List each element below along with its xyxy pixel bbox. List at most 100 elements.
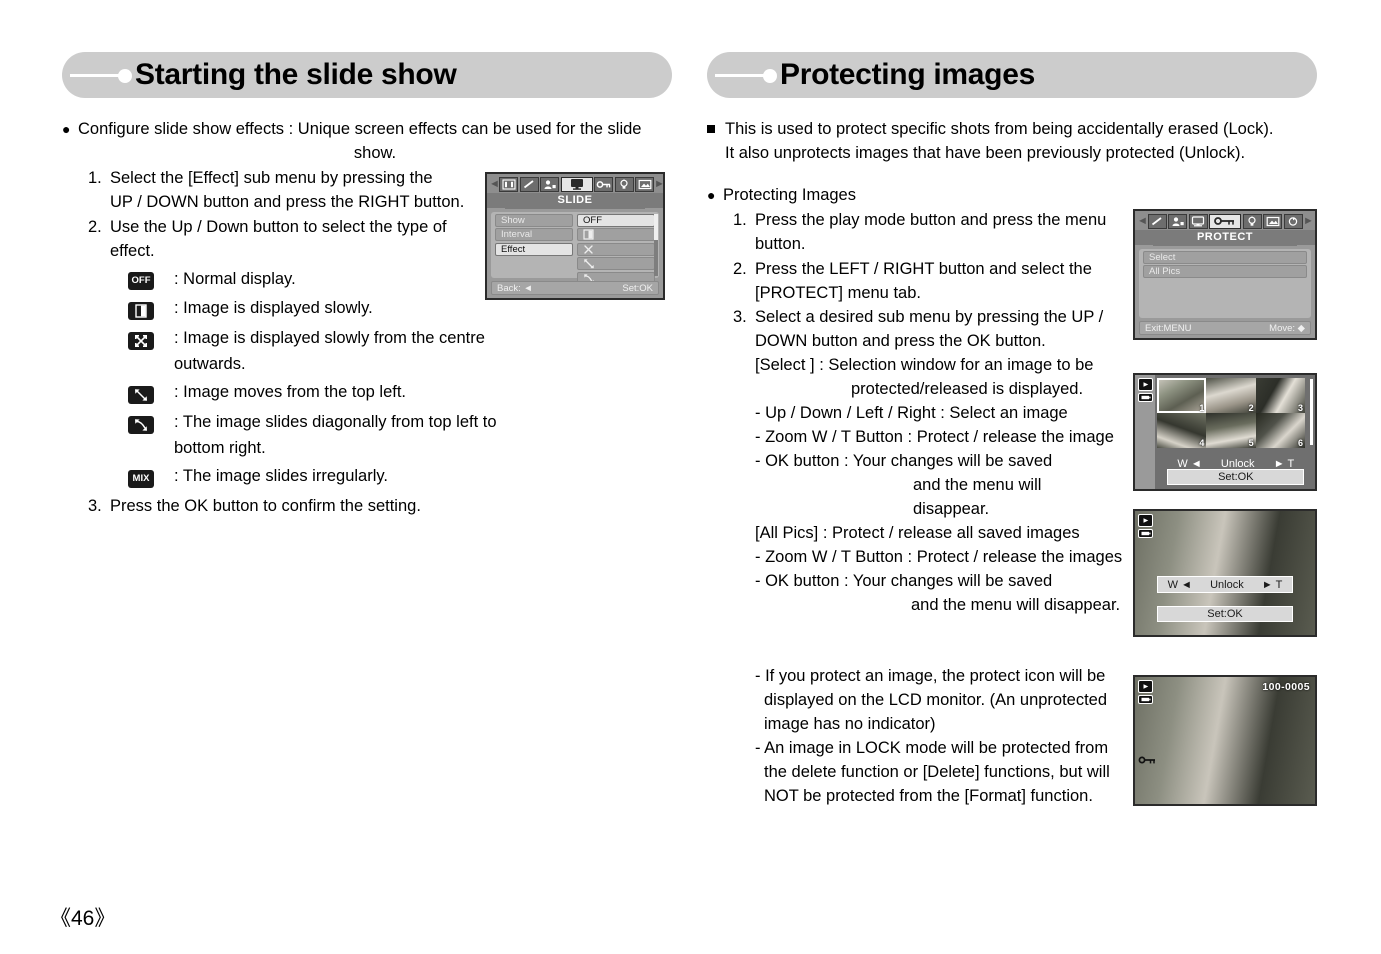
tab-timer-icon[interactable] xyxy=(540,176,559,192)
expand-icon xyxy=(128,327,174,353)
slide-tabs xyxy=(499,176,654,192)
right-intro-line1: This is used to protect specific shots f… xyxy=(725,120,1274,138)
effect-row-expand-text: : Image is displayed slowly from the cen… xyxy=(174,329,485,348)
thumbnail-2[interactable]: 2 xyxy=(1206,378,1256,413)
right-step-3-num: 3. xyxy=(733,308,747,327)
left-intro-bullet: ● Configure slide show effects : Unique … xyxy=(62,118,672,142)
tab-right-arrow-icon[interactable]: ► xyxy=(654,178,663,190)
slide-row-4 xyxy=(491,256,659,270)
protect-status-right[interactable]: Move: ◆ xyxy=(1269,323,1305,334)
lcd-slide-menu: ◄ ► SLIDE Show OFF Interval Effect Back:… xyxy=(485,172,665,300)
slide-value-4[interactable] xyxy=(577,257,655,270)
single-overlay-icons xyxy=(1138,514,1153,538)
tab-size-icon[interactable] xyxy=(499,176,518,192)
square-bullet-icon xyxy=(707,118,725,133)
slide-label-show[interactable]: Show xyxy=(495,213,573,227)
protect-row-allpics: All Pics xyxy=(1139,264,1311,278)
single-zoom-bar: W ◄ Unlock ► T xyxy=(1156,576,1294,593)
slide-status-right[interactable]: Set:OK xyxy=(622,283,653,294)
battery-icon-single xyxy=(1138,529,1153,538)
thumb-scrollbar[interactable] xyxy=(1310,379,1313,445)
thumbnail-3[interactable]: 3 xyxy=(1255,378,1305,413)
slide-value-interval[interactable] xyxy=(577,228,655,241)
effect-row-fade: : Image is displayed slowly. xyxy=(128,297,672,323)
play-mode-icon xyxy=(1138,378,1153,391)
tab-quality-icon[interactable] xyxy=(519,176,539,192)
slide-label-interval[interactable]: Interval xyxy=(495,228,573,241)
effect-row-mix-text: : The image slides irregularly. xyxy=(174,466,388,485)
lcd-thumbnail-select: 1 2 3 4 5 6 W ◄ Unlock ► T Set:OK xyxy=(1133,373,1317,491)
thumbnail-grid: 1 2 3 4 5 6 xyxy=(1157,378,1305,448)
single-screen: W ◄ Unlock ► T Set:OK xyxy=(1135,511,1315,635)
header-rule-right xyxy=(715,74,767,77)
tab-resize-icon-protect[interactable] xyxy=(1263,213,1282,229)
slide-value-effect[interactable] xyxy=(577,242,655,256)
fade-icon xyxy=(128,297,174,323)
battery-icon-locked xyxy=(1138,695,1153,704)
battery-icon xyxy=(1138,393,1153,402)
right-intro-line2: It also unprotects images that have been… xyxy=(725,143,1246,162)
tab-bulb-icon[interactable] xyxy=(614,176,634,192)
mix-icon-glyph: MIX xyxy=(128,469,154,488)
tab-left-arrow-icon[interactable]: ◄ xyxy=(489,178,500,190)
thumb-setok-label: Set:OK xyxy=(1218,471,1254,483)
tab-slide-icon[interactable] xyxy=(560,176,593,192)
effect-row-slide-in: : Image moves from the top left. xyxy=(128,381,672,407)
tab-key-icon[interactable] xyxy=(594,176,613,192)
slide-value-show[interactable]: OFF xyxy=(577,213,655,227)
slide-menu-title: SLIDE xyxy=(487,193,663,208)
header-dot-icon xyxy=(118,69,132,83)
tab-slide-icon-protect[interactable] xyxy=(1188,213,1208,229)
thumbnail-3-number: 3 xyxy=(1297,403,1303,413)
protect-status-bar: Exit:MENU Move: ◆ xyxy=(1139,321,1311,335)
left-step-3: 3. Press the OK button to confirm the se… xyxy=(88,495,672,519)
slide-tabbar[interactable]: ◄ ► xyxy=(487,174,663,194)
slide-menu-body: Show OFF Interval Effect xyxy=(491,212,659,285)
thumbnail-5[interactable]: 5 xyxy=(1206,413,1256,448)
left-column: Starting the slide show ● Configure slid… xyxy=(62,52,672,519)
tab-key-icon-protect[interactable] xyxy=(1209,213,1241,229)
slide-status-left[interactable]: Back: ◄ xyxy=(497,283,533,294)
single-setok-label: Set:OK xyxy=(1207,608,1243,620)
header-rule xyxy=(70,74,122,77)
effect-row-diagonal-cont: bottom right. xyxy=(174,439,266,458)
protect-status-left[interactable]: Exit:MENU xyxy=(1145,323,1191,334)
slide-in-icon-glyph xyxy=(128,385,154,404)
thumbnail-4[interactable]: 4 xyxy=(1157,413,1207,448)
single-setok-bar[interactable]: Set:OK xyxy=(1156,606,1294,622)
protect-label-select[interactable]: Select xyxy=(1143,250,1307,264)
thumbnail-1[interactable]: 1 xyxy=(1157,378,1207,413)
thumb-zoom-t[interactable]: ► T xyxy=(1274,458,1294,470)
diagonal-icon-glyph xyxy=(128,415,154,434)
effect-row-diagonal-text: : The image slides diagonally from top l… xyxy=(174,413,497,432)
thumb-zoom-w[interactable]: W ◄ xyxy=(1177,458,1201,470)
expand-icon-glyph xyxy=(128,332,154,351)
tab-timer-icon-protect[interactable] xyxy=(1168,213,1187,229)
thumbnail-6[interactable]: 6 xyxy=(1255,413,1305,448)
protect-label-allpics[interactable]: All Pics xyxy=(1143,265,1307,278)
single-zoom-t[interactable]: ► T xyxy=(1262,579,1282,591)
tab-bulb-icon-protect[interactable] xyxy=(1242,213,1262,229)
mix-icon: MIX xyxy=(128,465,174,491)
thumb-setok-bar[interactable]: Set:OK xyxy=(1167,469,1305,485)
single-lock-state: Unlock xyxy=(1210,578,1244,591)
diagonal-icon xyxy=(128,411,174,437)
single-zoom-w[interactable]: W ◄ xyxy=(1168,579,1192,591)
right-intro-bullet: This is used to protect specific shots f… xyxy=(707,118,1317,166)
left-intro-line1: Configure slide show effects : Unique sc… xyxy=(78,120,642,138)
protect-tab-left-arrow-icon[interactable]: ◄ xyxy=(1137,215,1148,227)
slide-status-bar: Back: ◄ Set:OK xyxy=(491,281,659,295)
tab-resize-icon[interactable] xyxy=(635,176,654,192)
right-section-header: Protecting images xyxy=(707,52,1317,98)
lcd-protect-menu: ◄ ► PROTECT Select All Pics Exit:MENU Mo… xyxy=(1133,209,1317,340)
slide-label-effect[interactable]: Effect xyxy=(495,242,573,256)
lcd-slide-inner: ◄ ► SLIDE Show OFF Interval Effect Back:… xyxy=(487,174,663,298)
tab-quality-icon-protect[interactable] xyxy=(1147,213,1167,229)
protect-tabbar[interactable]: ◄ ► xyxy=(1135,211,1315,231)
protect-tab-right-arrow-icon[interactable]: ► xyxy=(1303,215,1314,227)
tab-rotate-icon-protect[interactable] xyxy=(1283,213,1303,229)
slide-scroll-thumb[interactable] xyxy=(654,214,658,240)
protect-tabs xyxy=(1147,213,1303,229)
play-mode-icon-single xyxy=(1138,514,1153,527)
play-mode-icon-locked xyxy=(1138,680,1153,693)
